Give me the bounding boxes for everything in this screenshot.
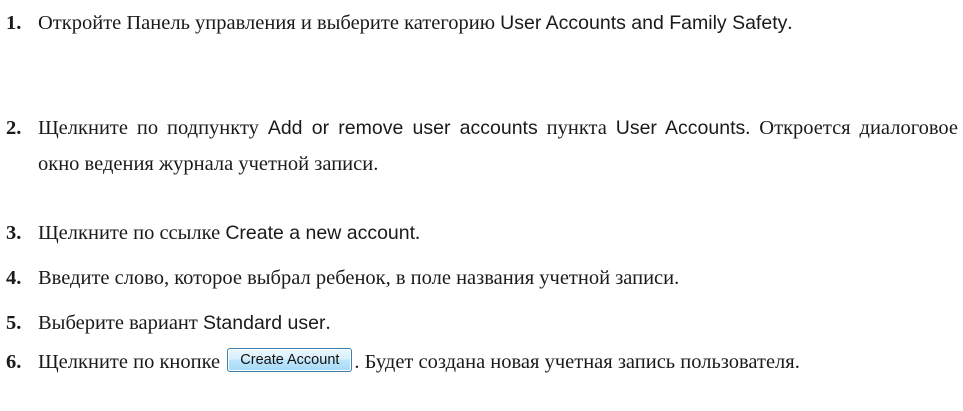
step-text-segment: . Будет создана новая учетная запись пол…	[354, 351, 800, 373]
ui-term: User Accounts	[615, 117, 746, 139]
ui-term: User Accounts and Family Safety	[500, 12, 788, 34]
step-text-segment: Щелкните по ссылке	[38, 222, 226, 244]
step-4: 4. Введите слово, которое выбрал ребенок…	[6, 260, 958, 296]
step-text: Щелкните по ссылке Create a new account.	[38, 215, 958, 251]
step-5: 5. Выберите вариант Standard user.	[6, 305, 958, 341]
step-6: 6. Щелкните по кнопке Create Account. Бу…	[6, 344, 958, 380]
step-text-segment: Введите слово, которое выбрал ребенок, в…	[38, 267, 680, 289]
step-text: Введите слово, которое выбрал ребенок, в…	[38, 260, 958, 296]
step-number: 4.	[6, 267, 22, 289]
step-text-segment: пункта	[537, 117, 616, 139]
step-text-segment: .	[415, 222, 421, 244]
step-text-segment: Откройте Панель управления и выберите ка…	[38, 12, 501, 34]
step-text-segment: Щелкните по подпункту	[38, 117, 268, 139]
step-text-segment: Щелкните по кнопке	[38, 351, 226, 373]
step-text: Щелкните по подпункту Add or remove user…	[38, 110, 958, 182]
step-text-segment: Выберите вариант	[38, 312, 203, 334]
step-number: 6.	[6, 351, 22, 373]
step-3: 3. Щелкните по ссылке Create a new accou…	[6, 215, 958, 251]
ui-term: Standard user	[203, 312, 326, 334]
step-2: 2. Щелкните по подпункту Add or remove u…	[6, 110, 958, 182]
step-text-segment: .	[787, 12, 793, 34]
step-number: 1.	[6, 12, 22, 34]
step-number: 5.	[6, 312, 22, 334]
step-1: 1. Откройте Панель управления и выберите…	[6, 5, 958, 41]
create-account-button[interactable]: Create Account	[227, 348, 353, 373]
step-number: 3.	[6, 222, 22, 244]
step-text-segment: .	[325, 312, 331, 334]
step-text: Щелкните по кнопке Create Account. Будет…	[38, 344, 958, 380]
ui-term: Add or remove user accounts	[267, 117, 538, 139]
step-number: 2.	[6, 117, 22, 139]
step-text: Выберите вариант Standard user.	[38, 305, 958, 341]
ui-term: Create a new account	[225, 222, 416, 244]
step-text: Откройте Панель управления и выберите ка…	[38, 5, 958, 41]
